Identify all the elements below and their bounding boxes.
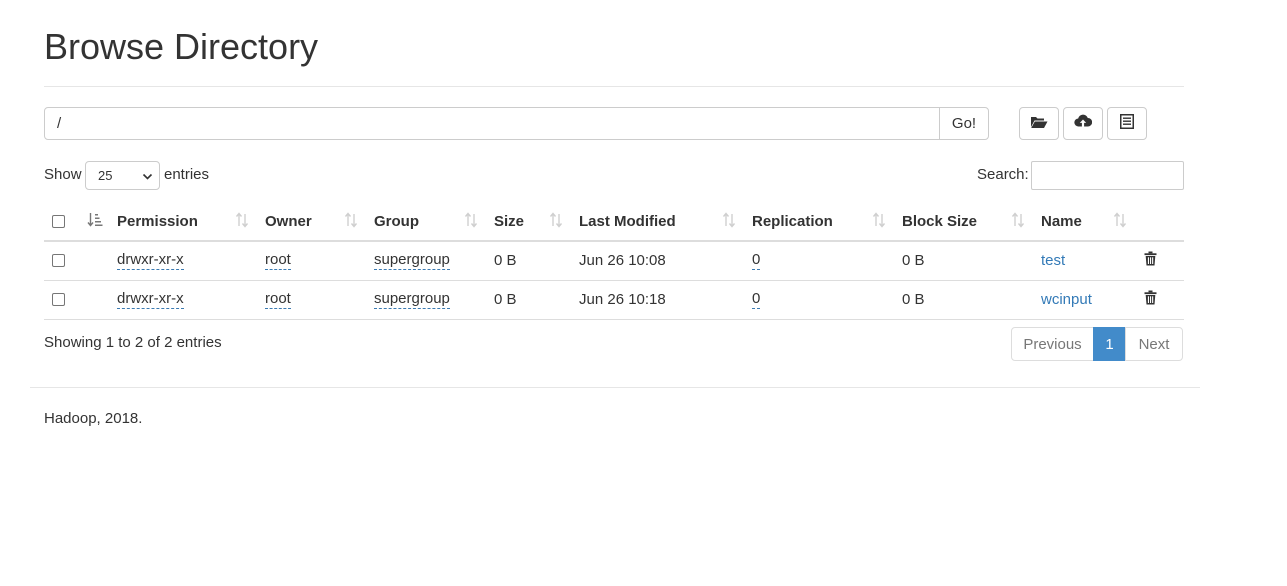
owner-value[interactable]: root — [265, 290, 291, 309]
chevron-down-icon — [142, 170, 153, 185]
page-1-button[interactable]: 1 — [1093, 327, 1126, 361]
cloud-upload-icon — [1074, 114, 1093, 134]
sort-icon[interactable] — [344, 212, 358, 228]
permission-cell: drwxr-xr-x — [117, 280, 184, 319]
size-cell: 0 B — [494, 252, 517, 269]
delete-cell — [1144, 241, 1157, 280]
last-modified-cell: Jun 26 10:08 — [579, 252, 666, 269]
table-info: Showing 1 to 2 of 2 entries — [44, 334, 222, 351]
table-row: drwxr-xr-x root supergroup 0 B Jun 26 10… — [44, 241, 1184, 281]
sort-icon[interactable] — [1011, 212, 1025, 228]
row-checkbox-cell — [52, 280, 65, 319]
group-cell: supergroup — [374, 280, 450, 319]
page-title: Browse Directory — [44, 26, 319, 67]
trash-icon[interactable] — [1144, 251, 1157, 270]
directory-link[interactable]: wcinput — [1041, 291, 1092, 308]
show-label: Show — [44, 166, 82, 183]
column-header-size[interactable]: Size — [494, 202, 524, 240]
owner-value[interactable]: root — [265, 251, 291, 270]
cut-paste-button[interactable] — [1107, 107, 1147, 140]
select-all-checkbox[interactable] — [52, 214, 65, 228]
column-header-group[interactable]: Group — [374, 202, 419, 240]
group-cell: supergroup — [374, 241, 450, 280]
sort-icon[interactable] — [1113, 212, 1127, 228]
permission-cell: drwxr-xr-x — [117, 241, 184, 280]
replication-cell: 0 — [752, 241, 761, 280]
previous-page-button[interactable]: Previous — [1011, 327, 1094, 361]
replication-value[interactable]: 0 — [752, 251, 761, 270]
column-header-replication[interactable]: Replication — [752, 202, 833, 240]
sort-icon[interactable] — [549, 212, 563, 228]
last-modified-cell: Jun 26 10:18 — [579, 291, 666, 308]
group-value[interactable]: supergroup — [374, 251, 450, 270]
name-cell: wcinput — [1041, 280, 1092, 319]
title-divider — [44, 86, 1184, 87]
trash-icon[interactable] — [1144, 290, 1157, 309]
column-header-name[interactable]: Name — [1041, 202, 1082, 240]
create-directory-button[interactable] — [1019, 107, 1059, 140]
block-size-cell: 0 B — [902, 291, 925, 308]
pagination: Previous 1 Next — [1011, 327, 1183, 361]
sort-icon[interactable] — [872, 212, 886, 228]
directory-link[interactable]: test — [1041, 252, 1065, 269]
size-cell: 0 B — [494, 291, 517, 308]
entries-select[interactable]: 25 — [85, 161, 160, 190]
group-value[interactable]: supergroup — [374, 290, 450, 309]
sort-icon[interactable] — [235, 212, 249, 228]
select-all-checkbox-cell — [52, 202, 65, 240]
footer-divider — [30, 387, 1200, 388]
permission-value[interactable]: drwxr-xr-x — [117, 290, 184, 309]
entries-select-value: 25 — [98, 168, 113, 183]
name-cell: test — [1041, 241, 1065, 280]
row-checkbox[interactable] — [52, 254, 65, 267]
owner-cell: root — [265, 280, 291, 319]
list-alt-icon — [1120, 114, 1134, 133]
delete-cell — [1144, 280, 1157, 319]
entries-label: entries — [164, 166, 210, 183]
folder-open-icon — [1030, 115, 1048, 133]
sort-icon[interactable] — [722, 212, 736, 228]
path-input[interactable] — [44, 107, 940, 140]
table-row: drwxr-xr-x root supergroup 0 B Jun 26 10… — [44, 280, 1184, 320]
sort-icon[interactable] — [464, 212, 478, 228]
go-button[interactable]: Go! — [939, 107, 989, 140]
column-header-owner[interactable]: Owner — [265, 202, 312, 240]
block-size-cell: 0 B — [902, 252, 925, 269]
column-header-block-size[interactable]: Block Size — [902, 202, 977, 240]
footer-text: Hadoop, 2018. — [44, 410, 143, 427]
column-header-last-modified[interactable]: Last Modified — [579, 202, 676, 240]
row-checkbox[interactable] — [52, 293, 65, 306]
search-input[interactable] — [1031, 161, 1184, 190]
sort-ascending-icon[interactable] — [87, 212, 103, 228]
replication-cell: 0 — [752, 280, 761, 319]
table-header: Permission Owner Group Size Last Modifie… — [44, 202, 1184, 242]
replication-value[interactable]: 0 — [752, 290, 761, 309]
row-checkbox-cell — [52, 241, 65, 280]
next-page-button[interactable]: Next — [1125, 327, 1183, 361]
column-header-permission[interactable]: Permission — [117, 202, 198, 240]
search-label: Search: — [977, 166, 1029, 183]
permission-value[interactable]: drwxr-xr-x — [117, 251, 184, 270]
owner-cell: root — [265, 241, 291, 280]
upload-files-button[interactable] — [1063, 107, 1103, 140]
